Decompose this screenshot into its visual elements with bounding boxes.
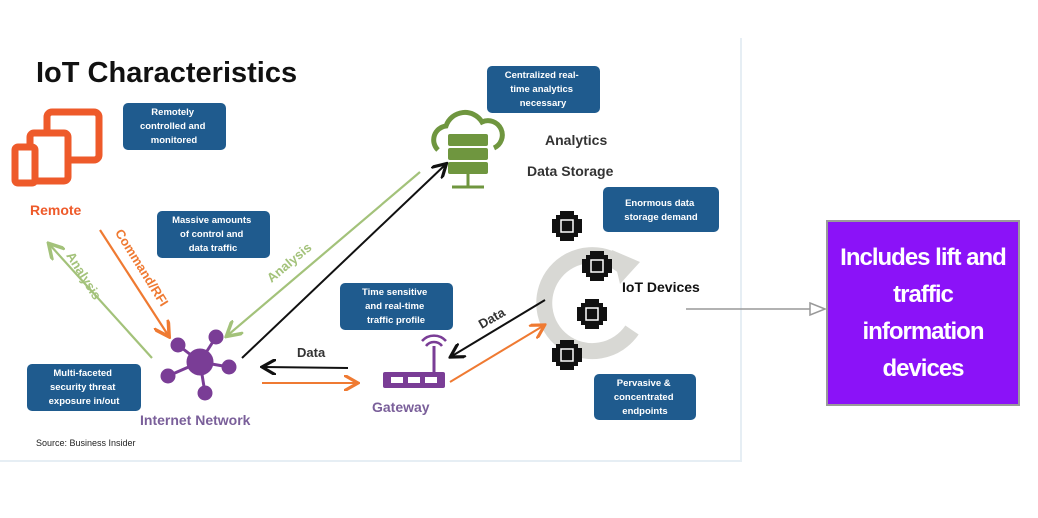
traffic-arrow-to-devices	[449, 326, 543, 383]
analysis-label-left: Analysis	[63, 249, 104, 302]
iot-diagram-panel: IoT Characteristics Remote Remotely cont…	[0, 38, 742, 462]
analytics-label: Analytics	[545, 132, 607, 148]
iot-diagram: IoT Characteristics Remote Remotely cont…	[11, 57, 719, 448]
svg-text:Multi-faceted security t: Multi-faceted security threat exposure i…	[49, 368, 121, 407]
svg-text:Time sensitive and real-: Time sensitive and real-time traffic pro…	[362, 287, 430, 326]
chip-icon	[582, 251, 612, 281]
svg-text:Pervasive & concentrated: Pervasive & concentrated endpoints	[614, 378, 676, 417]
chip-icon	[577, 299, 607, 329]
chip-icon	[552, 211, 582, 241]
iot-devices-label: IoT Devices	[622, 279, 700, 295]
info-box-traffic: Massive amounts of control and data traf…	[157, 211, 270, 258]
gateway-router-icon	[383, 334, 447, 388]
remote-devices-icon	[11, 108, 103, 187]
data-storage-label: Data Storage	[527, 163, 614, 179]
diagram-title: IoT Characteristics	[36, 57, 297, 89]
source-note: Source: Business Insider	[36, 438, 136, 448]
internet-network-hub-icon	[160, 329, 237, 401]
callout-box: Includes lift and traffic information de…	[826, 220, 1020, 406]
info-box-remote-control: Remotely controlled and monitored	[123, 103, 226, 150]
callout-text: Includes lift and traffic information de…	[840, 244, 1007, 382]
analysis-label-center: Analysis	[264, 240, 315, 286]
data-arrow-to-network	[264, 367, 349, 368]
remote-label: Remote	[30, 202, 82, 218]
data-label-gateway: Data	[297, 345, 326, 360]
info-box-endpoints: Pervasive & concentrated endpoints	[594, 374, 696, 420]
internet-network-label: Internet Network	[140, 412, 251, 428]
cloud-server-icon	[431, 109, 505, 189]
gateway-label: Gateway	[372, 399, 430, 415]
chip-icon	[552, 340, 582, 370]
info-box-storage: Enormous data storage demand	[603, 187, 719, 232]
info-box-security: Multi-faceted security threat exposure i…	[27, 364, 141, 411]
connector-arrow	[686, 301, 828, 317]
info-box-analytics: Centralized real- time analytics necessa…	[487, 66, 600, 113]
info-box-time-sensitive: Time sensitive and real-time traffic pro…	[340, 283, 453, 330]
data-label-devices: Data	[476, 304, 509, 331]
